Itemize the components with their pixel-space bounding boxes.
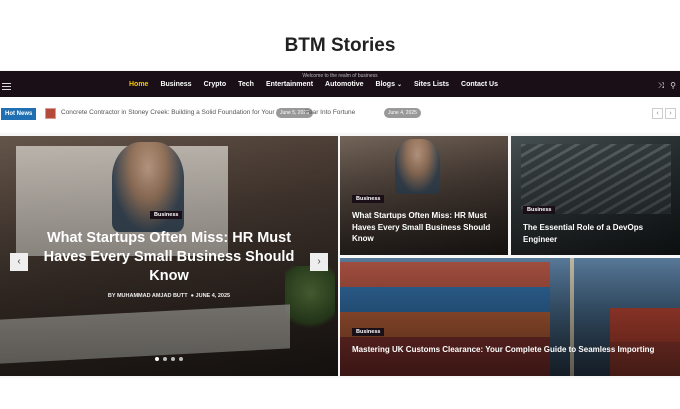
featured-card-bottom[interactable]: Business Mastering UK Customs Clearance:… [340,258,680,376]
ticker-headline-2[interactable]: Fear Into Fortune [305,109,355,116]
slider-dot[interactable] [179,357,183,361]
featured-main-card[interactable]: Business What Startups Often Miss: HR Mu… [0,136,338,376]
slider-dot[interactable] [171,357,175,361]
nav-item-sites-lists[interactable]: Sites Lists [414,81,449,88]
chevron-right-icon: › [317,256,321,267]
article-author[interactable]: BY MUHAMMAD AMJAD BUTT [108,293,188,299]
image-overlay [340,258,680,376]
nav-menu: Home Business Crypto Tech Entertainment … [129,81,510,88]
slider-dots [155,357,183,361]
site-header: BTM Stories [0,0,680,70]
ticker-headline-1[interactable]: Concrete Contractor in Stoney Creek: Bui… [61,109,294,116]
slider-prev-button[interactable]: ‹ [10,253,28,271]
chevron-left-icon: ‹ [17,256,21,267]
chevron-right-icon[interactable]: › [665,108,676,119]
nav-item-contact-us[interactable]: Contact Us [461,81,498,88]
nav-item-home[interactable]: Home [129,81,148,88]
nav-item-blogs[interactable]: Blogs ⌄ [376,81,402,88]
nav-actions: ⤨ ⚲ [658,81,676,91]
ticker-thumbnail[interactable] [45,108,56,119]
article-date: JUNE 4, 2025 [195,293,231,299]
slider-dot[interactable] [163,357,167,361]
news-ticker: Hot News Concrete Contractor in Stoney C… [0,97,680,133]
shuffle-icon[interactable]: ⤨ [658,81,664,91]
category-badge[interactable]: Business [352,195,385,203]
nav-item-blogs-label: Blogs [375,81,395,88]
site-title[interactable]: BTM Stories [0,35,680,57]
page: BTM Stories Welcome to the realm of busi… [0,0,680,409]
ticker-controls: ‹ › [652,108,676,119]
featured-card-top-left[interactable]: Business What Startups Often Miss: HR Mu… [340,136,508,255]
main-navbar: Welcome to the realm of business Home Bu… [0,71,680,97]
article-title[interactable]: Mastering UK Customs Clearance: Your Com… [352,344,672,356]
nav-item-business[interactable]: Business [160,81,191,88]
page-bottom [0,378,680,409]
nav-item-crypto[interactable]: Crypto [204,81,227,88]
navbar-welcome-text: Welcome to the realm of business [302,73,378,79]
article-title[interactable]: What Startups Often Miss: HR Must Haves … [352,210,502,245]
nav-item-entertainment[interactable]: Entertainment [266,81,313,88]
category-badge[interactable]: Business [352,328,385,336]
hot-news-badge: Hot News [1,108,37,120]
hamburger-icon[interactable] [2,83,11,90]
article-title[interactable]: The Essential Role of a DevOps Engineer [523,222,673,245]
nav-item-automotive[interactable]: Automotive [325,81,364,88]
nav-item-tech[interactable]: Tech [238,81,254,88]
slider-dot[interactable] [155,357,159,361]
slider-next-button[interactable]: › [310,253,328,271]
chevron-down-icon: ⌄ [396,82,403,88]
category-badge[interactable]: Business [523,206,556,214]
ticker-date-2: June 4, 2025 [384,108,421,118]
featured-card-top-right[interactable]: Business The Essential Role of a DevOps … [511,136,680,255]
chevron-left-icon[interactable]: ‹ [652,108,663,119]
search-icon[interactable]: ⚲ [670,81,676,91]
main-article-title[interactable]: What Startups Often Miss: HR Must Haves … [40,229,298,286]
category-badge[interactable]: Business [150,211,183,219]
featured-grid: Business What Startups Often Miss: HR Mu… [0,136,680,376]
article-meta: BY MUHAMMAD AMJAD BUTT ● JUNE 4, 2025 [0,293,338,299]
